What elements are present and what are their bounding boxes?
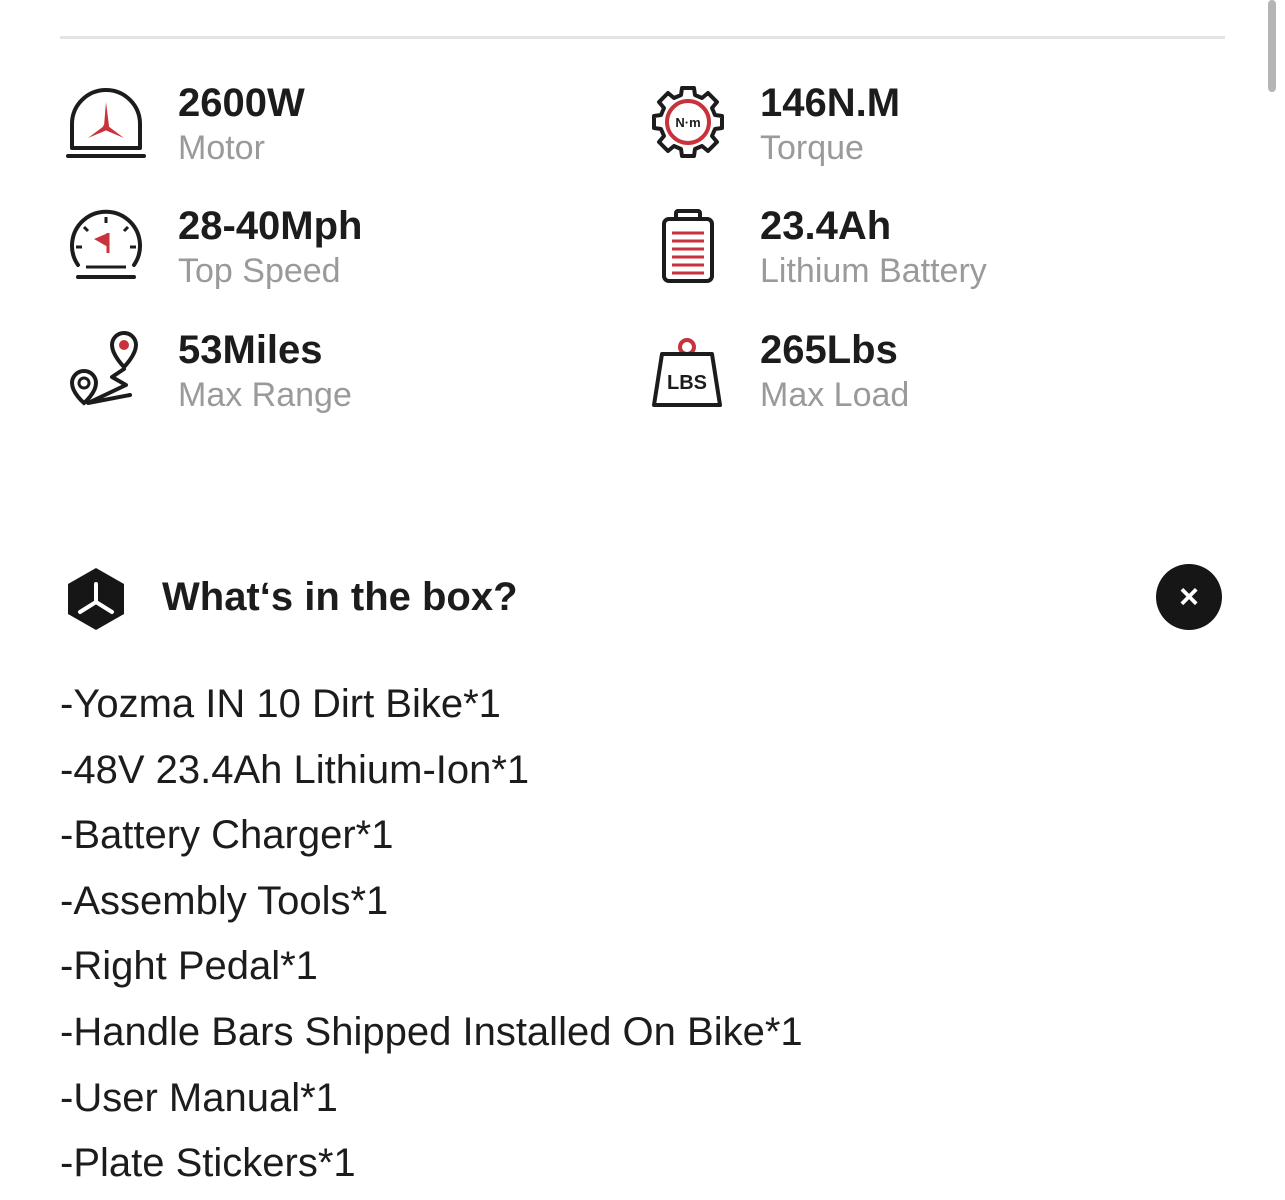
box-section-title: What‘s in the box?	[162, 575, 518, 619]
spec-battery: 23.4Ah Lithium Battery	[646, 203, 1206, 303]
list-item: -Right Pedal*1	[60, 944, 318, 989]
spec-value: 53Miles	[178, 328, 323, 372]
scrollbar-thumb[interactable]	[1268, 0, 1276, 92]
spec-value: 2600W	[178, 81, 305, 125]
list-item: -Yozma IN 10 Dirt Bike*1	[60, 682, 501, 726]
spec-label: Lithium Battery	[760, 252, 987, 290]
weight-icon-text: LBS	[667, 372, 707, 394]
list-item: -Battery Charger*1	[60, 813, 394, 858]
spec-load: LBS 265Lbs Max Load	[646, 327, 1206, 427]
route-pin-icon	[69, 330, 139, 406]
spec-speed: 28-40Mph Top Speed	[64, 203, 604, 303]
speedometer-icon	[70, 209, 142, 279]
box-hexagon-icon	[68, 568, 124, 630]
spec-torque: N·m 146N.M Torque	[646, 80, 1206, 180]
spec-label: Torque	[760, 129, 864, 167]
spec-value: 265Lbs	[760, 328, 898, 372]
spec-value: 146N.M	[760, 81, 901, 125]
weight-icon: LBS	[652, 338, 722, 407]
spec-range: 53Miles Max Range	[64, 327, 604, 427]
list-item: -Assembly Tools*1	[60, 878, 389, 923]
divider	[60, 36, 1225, 39]
list-item: -Plate Stickers*1	[60, 1141, 356, 1186]
spec-label: Motor	[178, 129, 265, 167]
box-section-header: What‘s in the box? ×	[60, 564, 1230, 632]
spec-label: Top Speed	[178, 252, 341, 290]
battery-icon	[662, 209, 714, 283]
spec-motor: 2600W Motor	[64, 80, 604, 180]
spec-value: 28-40Mph	[178, 204, 363, 248]
motor-icon	[66, 88, 146, 158]
torque-icon-text: N·m	[675, 115, 700, 130]
close-button[interactable]: ×	[1156, 564, 1222, 630]
torque-gear-icon: N·m	[652, 86, 724, 158]
spec-value: 23.4Ah	[760, 204, 892, 248]
box-contents-list: -Yozma IN 10 Dirt Bike*1 -48V 23.4Ah Lit…	[60, 678, 803, 1200]
product-specs-page: 2600W Motor N·m 146N.M Torque 28-40Mph T…	[0, 0, 1285, 1200]
list-item: -48V 23.4Ah Lithium-Ion*1	[60, 747, 530, 792]
spec-label: Max Range	[178, 376, 352, 414]
list-item: -User Manual*1	[60, 1075, 338, 1120]
spec-label: Max Load	[760, 376, 910, 414]
list-item: -Handle Bars Shipped Installed On Bike*1	[60, 1009, 803, 1054]
